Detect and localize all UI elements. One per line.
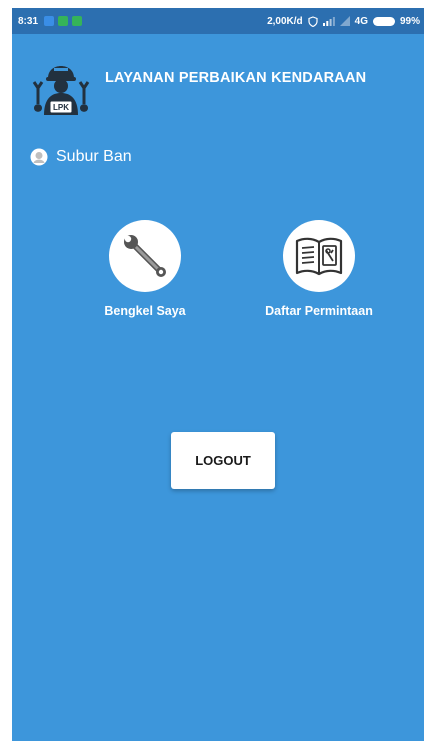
manual-book-icon — [295, 237, 343, 276]
bengkel-saya-label[interactable]: Bengkel Saya — [60, 304, 230, 318]
daftar-permintaan-button[interactable]: Daftar Permintaan — [234, 220, 404, 318]
daftar-permintaan-icon-circle[interactable] — [283, 220, 355, 292]
shield-icon — [308, 15, 318, 27]
user-info: Subur Ban — [30, 142, 132, 172]
secondary-signal-icon — [339, 16, 350, 26]
user-name: Subur Ban — [56, 148, 132, 165]
status-time: 8:31 — [18, 15, 39, 27]
logout-button[interactable]: LOGOUT — [171, 432, 275, 489]
mechanic-logo-icon: LPK — [32, 66, 90, 115]
app-title: LAYANAN PERBAIKAN KENDARAAN — [105, 70, 367, 86]
notification-icon — [72, 16, 83, 26]
bengkel-saya-button[interactable]: Bengkel Saya — [60, 220, 230, 318]
battery-level: 99% — [399, 15, 420, 27]
app-header: LPK LAYANAN PERBAIKAN KENDARAAN — [28, 52, 418, 116]
battery-icon — [372, 16, 395, 26]
notification-icon — [44, 16, 55, 26]
network-type: 4G — [354, 15, 368, 27]
signal-icon — [322, 17, 335, 26]
user-avatar-icon — [30, 148, 48, 166]
network-speed: 2,00K/d — [267, 15, 303, 27]
wrench-icon — [124, 235, 166, 277]
app-screen: 8:31 2,00K/d 4G 99% LPK LAYANAN PERBAIKA… — [12, 8, 424, 741]
status-indicators: 2,00K/d 4G 99% — [267, 16, 420, 27]
bengkel-saya-icon-circle[interactable] — [109, 220, 181, 292]
notification-icon — [58, 16, 69, 26]
daftar-permintaan-label[interactable]: Daftar Permintaan — [234, 304, 404, 318]
status-bar: 8:31 2,00K/d 4G 99% — [12, 8, 424, 34]
logo-text: LPK — [53, 103, 69, 112]
